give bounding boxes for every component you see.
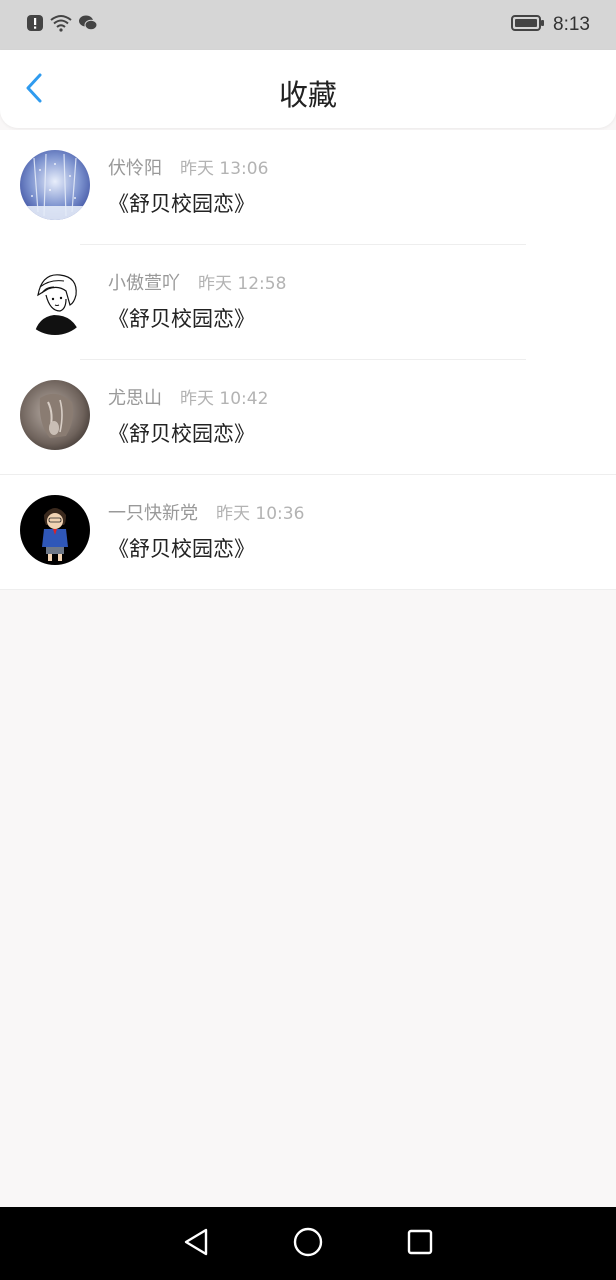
book-title: 《舒贝校园恋》 [108, 307, 255, 331]
username: 尤思山 [108, 388, 162, 409]
item-meta: 一只快新党 昨天 10:36 [108, 499, 304, 525]
status-icons-left [26, 14, 98, 36]
timestamp: 昨天 12:58 [198, 274, 287, 294]
system-nav-bar [0, 1207, 616, 1280]
status-icons-right: 8:13 [511, 14, 590, 36]
nav-recents-button[interactable] [400, 1224, 440, 1264]
status-bar: 8:13 [0, 0, 616, 50]
favorites-list: 伏怜阳 昨天 13:06 《舒贝校园恋》 小傲萱吖 昨天 12:58 《舒贝校园… [0, 130, 616, 590]
avatar [20, 265, 90, 335]
wifi-icon [50, 14, 72, 36]
home-circle-icon [292, 1226, 324, 1262]
back-triangle-icon [182, 1227, 210, 1261]
item-meta: 小傲萱吖 昨天 12:58 [108, 269, 286, 295]
list-item[interactable]: 伏怜阳 昨天 13:06 《舒贝校园恋》 [0, 130, 616, 245]
battery-icon [511, 14, 545, 36]
book-title: 《舒贝校园恋》 [108, 537, 255, 561]
item-meta: 伏怜阳 昨天 13:06 [108, 154, 268, 180]
username: 伏怜阳 [108, 158, 162, 179]
timestamp: 昨天 13:06 [180, 159, 269, 179]
list-item[interactable]: 小傲萱吖 昨天 12:58 《舒贝校园恋》 [0, 245, 616, 360]
list-item[interactable]: 尤思山 昨天 10:42 《舒贝校园恋》 [0, 360, 616, 475]
recents-square-icon [406, 1228, 434, 1260]
book-title: 《舒贝校园恋》 [108, 422, 255, 446]
nav-back-button[interactable] [176, 1224, 216, 1264]
username: 一只快新党 [108, 503, 198, 524]
item-meta: 尤思山 昨天 10:42 [108, 384, 268, 410]
avatar [20, 150, 90, 220]
username: 小傲萱吖 [108, 273, 180, 294]
header: 收藏 [0, 50, 616, 128]
wechat-icon [78, 14, 98, 36]
book-title: 《舒贝校园恋》 [108, 192, 255, 216]
alert-icon [26, 14, 44, 36]
divider [0, 589, 616, 590]
timestamp: 昨天 10:36 [216, 504, 305, 524]
timestamp: 昨天 10:42 [180, 389, 269, 409]
status-time: 8:13 [553, 14, 590, 35]
page-title: 收藏 [278, 78, 337, 112]
nav-home-button[interactable] [288, 1224, 328, 1264]
list-item[interactable]: 一只快新党 昨天 10:36 《舒贝校园恋》 [0, 475, 616, 590]
avatar [20, 380, 90, 450]
avatar [20, 495, 90, 565]
